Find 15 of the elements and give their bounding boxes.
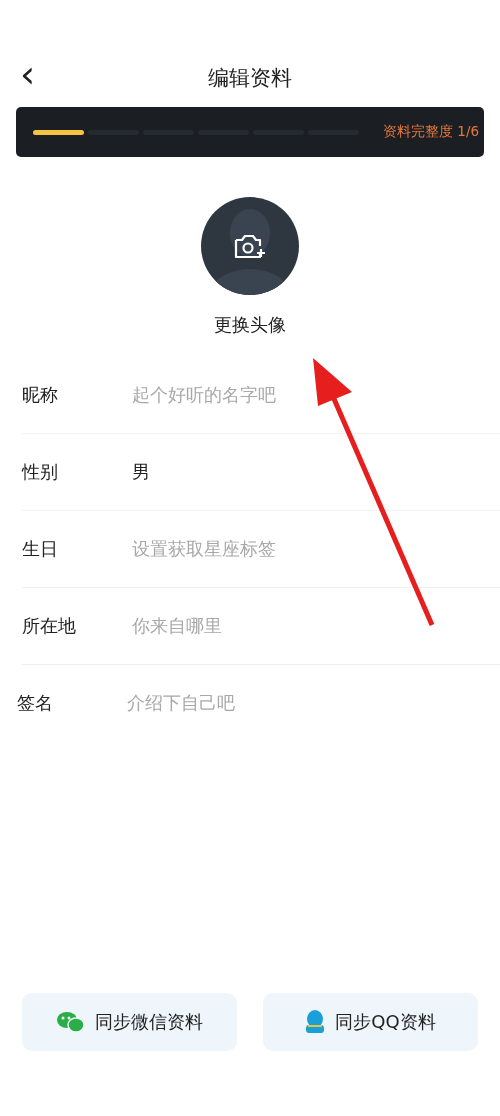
field-value[interactable]: 男: [132, 460, 150, 484]
field-label: 所在地: [22, 614, 77, 638]
penguin-icon: [305, 1010, 326, 1034]
field-label: 生日: [22, 537, 59, 561]
back-button[interactable]: ‹: [20, 54, 36, 94]
field-label: 签名: [17, 691, 54, 715]
field-label: 性别: [22, 460, 59, 484]
chat-bubbles-icon: [56, 1011, 85, 1033]
sync-button[interactable]: 同步QQ资料: [263, 993, 478, 1051]
page-title: 编辑资料: [208, 65, 292, 92]
sync-button[interactable]: 同步微信资料: [22, 993, 237, 1051]
camera-add-icon: [233, 233, 267, 261]
completeness-label: 资料完整度 1/6: [383, 123, 480, 141]
field-label: 昵称: [22, 383, 59, 407]
change-avatar-label[interactable]: 更换头像: [214, 313, 286, 337]
